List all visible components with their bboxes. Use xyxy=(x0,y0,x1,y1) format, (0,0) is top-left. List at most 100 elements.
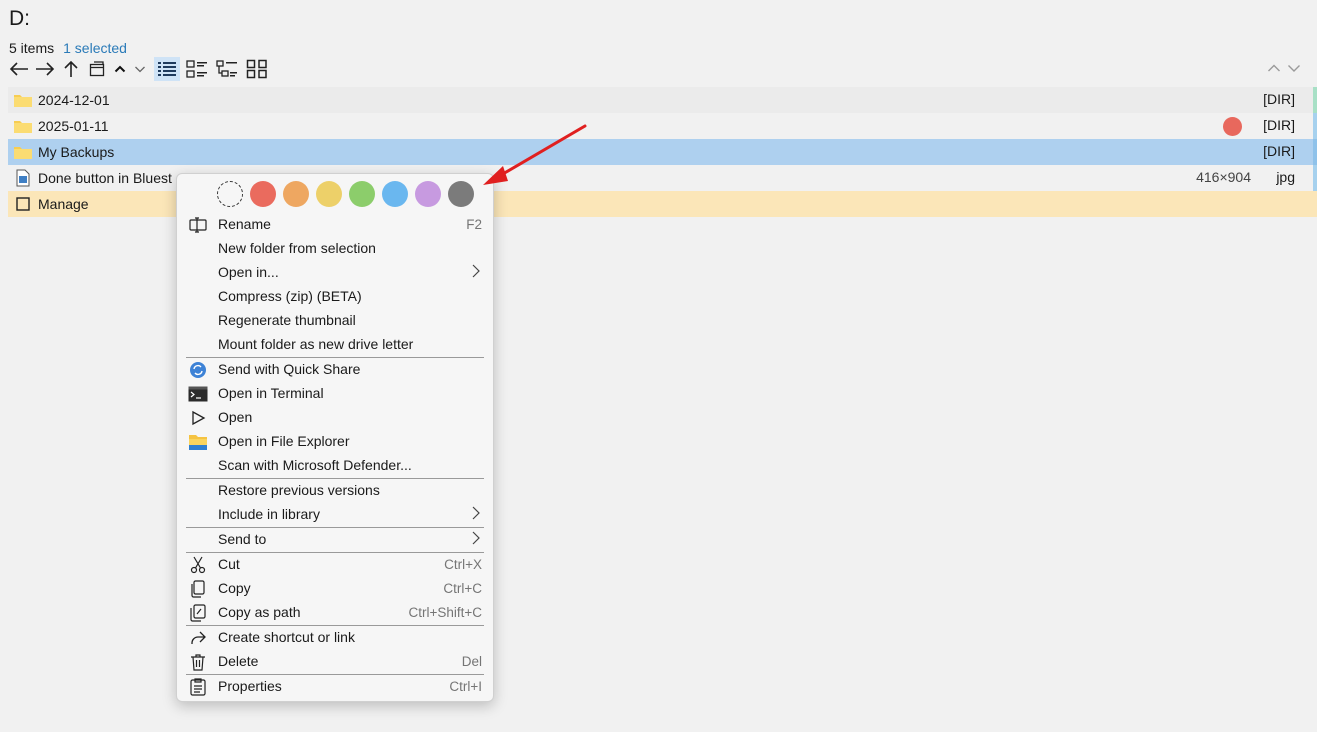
color-stripe xyxy=(1313,113,1317,139)
submenu-chevron-icon xyxy=(471,505,481,524)
menu-label: Send to xyxy=(218,531,267,547)
file-name: 2025-01-11 xyxy=(38,118,109,134)
menu-shortcut: F2 xyxy=(466,217,482,232)
purple-swatch[interactable] xyxy=(415,181,441,207)
menu-item-include-in-library[interactable]: Include in library xyxy=(177,503,493,527)
red-swatch[interactable] xyxy=(250,181,276,207)
sort-down-icon[interactable] xyxy=(1287,60,1301,76)
menu-label: Compress (zip) (BETA) xyxy=(218,288,362,304)
menu-item-send-to[interactable]: Send to xyxy=(177,528,493,552)
yellow-swatch[interactable] xyxy=(316,181,342,207)
file-row[interactable]: 2025-01-11 [DIR] xyxy=(8,113,1317,139)
grid-view-icon[interactable] xyxy=(244,57,270,81)
file-name: My Backups xyxy=(38,144,115,160)
menu-shortcut: Ctrl+C xyxy=(443,581,482,596)
menu-item-create-shortcut[interactable]: Create shortcut or link xyxy=(177,626,493,650)
menu-item-new-folder-from-selection[interactable]: New folder from selection xyxy=(177,237,493,261)
menu-label: Open in File Explorer xyxy=(218,433,350,449)
menu-item-regenerate-thumbnail[interactable]: Regenerate thumbnail xyxy=(177,309,493,333)
sort-up-icon[interactable] xyxy=(1267,60,1281,76)
menu-item-properties[interactable]: Properties Ctrl+I xyxy=(177,675,493,699)
properties-icon xyxy=(187,677,209,697)
menu-item-compress-zip[interactable]: Compress (zip) (BETA) xyxy=(177,285,493,309)
context-menu: Rename F2 New folder from selection Open… xyxy=(176,173,494,702)
share-arrow-icon xyxy=(187,628,209,648)
menu-item-cut[interactable]: Cut Ctrl+X xyxy=(177,553,493,577)
submenu-chevron-icon xyxy=(471,263,481,282)
file-type: [DIR] xyxy=(1263,91,1295,107)
image-file-icon xyxy=(12,165,34,191)
menu-label: Rename xyxy=(218,216,271,232)
sort-controls xyxy=(1267,60,1301,76)
details-view-icon[interactable] xyxy=(154,57,180,81)
menu-item-restore-versions[interactable]: Restore previous versions xyxy=(177,479,493,503)
menu-label: Include in library xyxy=(218,506,320,522)
menu-label: Open xyxy=(218,409,253,425)
blue-swatch[interactable] xyxy=(382,181,408,207)
folder-icon xyxy=(12,139,34,165)
no-color-swatch[interactable] xyxy=(217,181,243,207)
folder-icon xyxy=(12,113,34,139)
menu-label: Cut xyxy=(218,556,240,572)
rename-icon xyxy=(187,215,209,235)
submenu-chevron-icon xyxy=(471,530,481,549)
up-arrow-icon[interactable] xyxy=(58,57,84,81)
file-type: [DIR] xyxy=(1263,117,1295,133)
terminal-icon xyxy=(187,384,209,404)
menu-label: Create shortcut or link xyxy=(218,629,355,645)
menu-item-quick-share[interactable]: Send with Quick Share xyxy=(177,358,493,382)
toolbar xyxy=(6,57,270,81)
menu-label: Copy as path xyxy=(218,604,301,620)
file-explorer-icon xyxy=(187,432,209,452)
trash-icon xyxy=(187,652,209,672)
orange-swatch[interactable] xyxy=(283,181,309,207)
menu-item-mount-folder[interactable]: Mount folder as new drive letter xyxy=(177,333,493,357)
menu-label: New folder from selection xyxy=(218,240,376,256)
color-tag-dot xyxy=(1223,117,1242,136)
back-arrow-icon[interactable] xyxy=(6,57,32,81)
menu-label: Restore previous versions xyxy=(218,482,380,498)
new-tab-icon[interactable] xyxy=(84,57,110,81)
menu-label: Open in... xyxy=(218,264,279,280)
green-swatch[interactable] xyxy=(349,181,375,207)
chevron-up-icon[interactable] xyxy=(110,57,130,81)
menu-item-delete[interactable]: Delete Del xyxy=(177,650,493,674)
menu-label: Open in Terminal xyxy=(218,385,324,401)
tree-view-icon[interactable] xyxy=(214,57,240,81)
menu-item-open-in-terminal[interactable]: Open in Terminal xyxy=(177,382,493,406)
menu-item-open-in[interactable]: Open in... xyxy=(177,261,493,285)
menu-item-scan-defender[interactable]: Scan with Microsoft Defender... xyxy=(177,454,493,478)
file-name: 2024-12-01 xyxy=(38,92,110,108)
menu-shortcut: Del xyxy=(461,654,482,669)
menu-item-open-in-file-explorer[interactable]: Open in File Explorer xyxy=(177,430,493,454)
folder-icon xyxy=(12,87,34,113)
menu-shortcut: Ctrl+X xyxy=(444,557,482,572)
menu-item-copy-as-path[interactable]: Copy as path Ctrl+Shift+C xyxy=(177,601,493,625)
quick-share-icon xyxy=(187,360,209,380)
chevron-down-icon[interactable] xyxy=(130,57,150,81)
checkbox-icon[interactable] xyxy=(12,191,34,217)
menu-label: Copy xyxy=(218,580,251,596)
play-icon xyxy=(187,408,209,428)
menu-label: Delete xyxy=(218,653,259,669)
item-count: 5 items xyxy=(9,40,55,56)
menu-label: Mount folder as new drive letter xyxy=(218,336,414,352)
menu-label: Properties xyxy=(218,678,282,694)
menu-shortcut: Ctrl+Shift+C xyxy=(408,605,482,620)
forward-arrow-icon[interactable] xyxy=(32,57,58,81)
annotation-arrow xyxy=(483,124,587,185)
menu-label: Send with Quick Share xyxy=(218,361,361,377)
menu-item-copy[interactable]: Copy Ctrl+C xyxy=(177,577,493,601)
menu-item-rename[interactable]: Rename F2 xyxy=(177,213,493,237)
list-view-icon[interactable] xyxy=(184,57,210,81)
color-stripe xyxy=(1313,87,1317,113)
manage-label: Manage xyxy=(38,196,89,212)
file-name: Done button in Bluest xyxy=(38,170,172,186)
menu-item-open[interactable]: Open xyxy=(177,406,493,430)
status-bar: 5 items 1 selected xyxy=(9,39,127,57)
color-stripe xyxy=(1313,139,1317,165)
color-tag-picker xyxy=(217,181,474,207)
menu-label: Regenerate thumbnail xyxy=(218,312,356,328)
file-row-selected[interactable]: My Backups [DIR] xyxy=(8,139,1317,165)
file-row[interactable]: 2024-12-01 [DIR] xyxy=(8,87,1317,113)
